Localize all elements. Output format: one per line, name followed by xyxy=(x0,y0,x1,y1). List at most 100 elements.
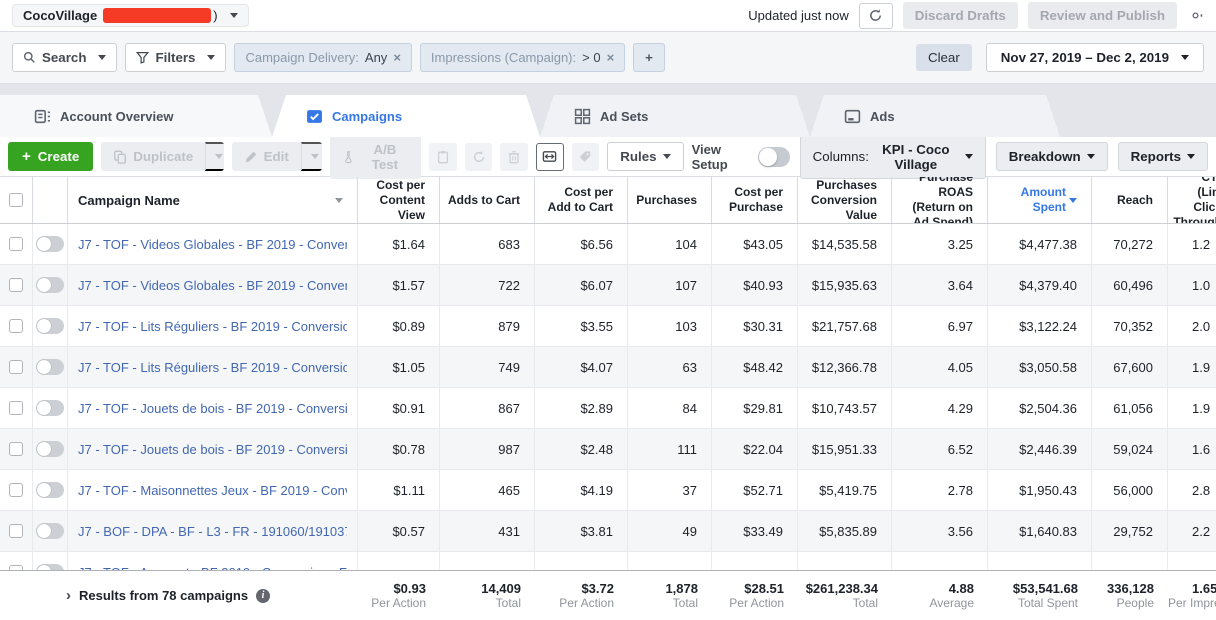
campaign-name-cell: J7 - TOF - Lits Réguliers - BF 2019 - Co… xyxy=(68,347,358,387)
clipboard-button[interactable] xyxy=(429,143,457,171)
rules-button[interactable]: Rules xyxy=(607,142,683,171)
campaign-name-link[interactable]: J7 - TOF - Jouets de bois - BF 2019 - Co… xyxy=(78,442,347,457)
refresh-button[interactable] xyxy=(859,3,893,29)
reports-button[interactable]: Reports xyxy=(1118,142,1208,171)
campaign-status-toggle[interactable] xyxy=(36,523,64,539)
chip-value: > 0 xyxy=(582,50,600,65)
date-range-selector[interactable]: Nov 27, 2019 – Dec 2, 2019 xyxy=(986,43,1204,72)
cost-per-content-view-cell: $1.05 xyxy=(358,347,440,387)
edit-button[interactable]: Edit xyxy=(232,142,301,171)
column-header-cost-per-add-to-cart[interactable]: Cost per Add to Cart xyxy=(535,177,628,223)
campaign-name-link[interactable]: J7 - TOF - Videos Globales - BF 2019 - C… xyxy=(78,237,347,252)
review-publish-button[interactable]: Review and Publish xyxy=(1028,2,1177,29)
column-header-reach[interactable]: Reach xyxy=(1092,177,1168,223)
close-icon[interactable]: × xyxy=(607,50,615,65)
tab-account-overview[interactable]: Account Overview xyxy=(0,95,272,137)
row-checkbox[interactable] xyxy=(9,237,23,251)
results-summary[interactable]: › Results from 78 campaigns i xyxy=(0,571,358,620)
close-icon[interactable]: × xyxy=(393,50,401,65)
campaign-name-link[interactable]: J7 - TOF - Lits Réguliers - BF 2019 - Co… xyxy=(78,360,347,375)
campaign-name-link[interactable]: J7 - BOF - DPA - BF - L3 - FR - 191060/1… xyxy=(78,524,347,539)
row-checkbox[interactable] xyxy=(9,278,23,292)
view-setup-toggle[interactable] xyxy=(758,147,790,167)
clipboard-icon xyxy=(436,150,450,164)
purchases-conversion-value-cell: $21,757.68 xyxy=(798,306,892,346)
tab-ad-sets[interactable]: Ad Sets xyxy=(540,95,810,137)
campaign-status-toggle[interactable] xyxy=(36,359,64,375)
select-all-checkbox[interactable] xyxy=(9,193,23,207)
reach-cell: 67,600 xyxy=(1092,347,1168,387)
purchases-cell: 49 xyxy=(628,511,712,551)
preview-button[interactable] xyxy=(536,143,564,171)
row-checkbox[interactable] xyxy=(9,319,23,333)
breakdown-button[interactable]: Breakdown xyxy=(996,142,1108,171)
info-icon[interactable]: i xyxy=(256,589,270,603)
footer-total-cell: $261,238.34Total xyxy=(798,571,892,620)
campaign-name-link[interactable]: J7 - TOF - Videos Globales - BF 2019 - C… xyxy=(78,278,347,293)
campaign-status-toggle[interactable] xyxy=(36,482,64,498)
cost-per-add-to-cart-cell: $6.07 xyxy=(535,265,628,305)
filters-button[interactable]: Filters xyxy=(125,43,226,72)
column-header-purchase-roas[interactable]: Purchase ROAS (Return on Ad Spend) xyxy=(892,177,988,223)
column-header-cost-per-content-view[interactable]: Cost per Content View xyxy=(358,177,440,223)
tags-button[interactable] xyxy=(572,143,600,171)
campaign-name-link[interactable]: J7 - TOF - Jouets de bois - BF 2019 - Co… xyxy=(78,401,347,416)
amount-spent-cell: $1,950.43 xyxy=(988,470,1092,510)
duplicate-button[interactable]: Duplicate xyxy=(101,142,205,171)
reach-cell: 60,496 xyxy=(1092,265,1168,305)
column-header-amount-spent-sorted[interactable]: Amount Spent xyxy=(988,177,1092,223)
row-toggle-cell xyxy=(33,429,68,469)
table-row: J7 - TOF - Lits Réguliers - BF 2019 - Co… xyxy=(0,306,1216,347)
purchases-cell: 37 xyxy=(628,470,712,510)
campaign-status-toggle[interactable] xyxy=(36,277,64,293)
account-selector[interactable]: CocoVillage ) xyxy=(12,4,249,27)
column-label: Campaign Name xyxy=(78,193,180,208)
ctr-cell: 1.9 xyxy=(1168,388,1216,428)
column-header-campaign-name[interactable]: Campaign Name xyxy=(68,177,358,223)
row-checkbox[interactable] xyxy=(9,401,23,415)
columns-button[interactable]: Columns: KPI - Coco Village xyxy=(800,135,986,179)
cost-per-purchase-cell: $40.93 xyxy=(712,265,798,305)
settings-button[interactable] xyxy=(1187,7,1204,24)
campaign-status-toggle[interactable] xyxy=(36,400,64,416)
sort-caret-icon xyxy=(1069,198,1077,203)
column-header-purchases-conversion-value[interactable]: Purchases Conversion Value xyxy=(798,177,892,223)
flask-icon xyxy=(342,150,355,164)
row-checkbox[interactable] xyxy=(9,360,23,374)
create-button[interactable]: + Create xyxy=(8,142,93,171)
campaign-name-link[interactable]: J7 - TOF - Lits Réguliers - BF 2019 - Co… xyxy=(78,319,347,334)
row-checkbox[interactable] xyxy=(9,483,23,497)
cost-per-content-view-cell: $0.89 xyxy=(358,306,440,346)
view-setup-control: View Setup xyxy=(692,142,790,172)
ab-test-button[interactable]: A/B Test xyxy=(330,135,421,179)
footer-total-value: 1.65 xyxy=(1168,581,1216,596)
delete-button[interactable] xyxy=(500,143,528,171)
clear-filters-button[interactable]: Clear xyxy=(916,44,972,71)
chevron-down-icon xyxy=(1181,55,1189,60)
tab-ads[interactable]: Ads xyxy=(810,95,1060,137)
filter-bar: Search Filters Campaign Delivery: Any × … xyxy=(0,32,1216,84)
row-checkbox[interactable] xyxy=(9,442,23,456)
column-header-adds-to-cart[interactable]: Adds to Cart xyxy=(440,177,535,223)
tab-campaigns[interactable]: Campaigns xyxy=(272,95,540,137)
edit-menu-button[interactable] xyxy=(301,142,322,171)
campaign-status-toggle[interactable] xyxy=(36,318,64,334)
add-filter-button[interactable]: + xyxy=(633,43,665,72)
column-header-ctr[interactable]: CTR (Link Click- Through) xyxy=(1168,177,1216,223)
campaign-name-link[interactable]: J7 - TOF - Maisonnettes Jeux - BF 2019 -… xyxy=(78,483,347,498)
row-checkbox[interactable] xyxy=(9,524,23,538)
filter-chip-campaign-delivery[interactable]: Campaign Delivery: Any × xyxy=(234,43,411,72)
filter-chip-impressions[interactable]: Impressions (Campaign): > 0 × xyxy=(420,43,625,72)
date-range-value: Nov 27, 2019 – Dec 2, 2019 xyxy=(1001,50,1169,65)
revert-button[interactable] xyxy=(465,143,493,171)
column-header-cost-per-purchase[interactable]: Cost per Purchase xyxy=(712,177,798,223)
campaign-status-toggle[interactable] xyxy=(36,236,64,252)
campaign-status-toggle[interactable] xyxy=(36,441,64,457)
column-header-purchases[interactable]: Purchases xyxy=(628,177,712,223)
search-button[interactable]: Search xyxy=(12,43,117,72)
duplicate-menu-button[interactable] xyxy=(205,142,223,171)
footer-total-label: Total xyxy=(853,596,878,610)
footer-total-value: $0.93 xyxy=(393,581,426,596)
discard-drafts-button[interactable]: Discard Drafts xyxy=(903,2,1018,29)
level-tabs: Account Overview Campaigns Ad Sets Ads xyxy=(0,84,1216,137)
